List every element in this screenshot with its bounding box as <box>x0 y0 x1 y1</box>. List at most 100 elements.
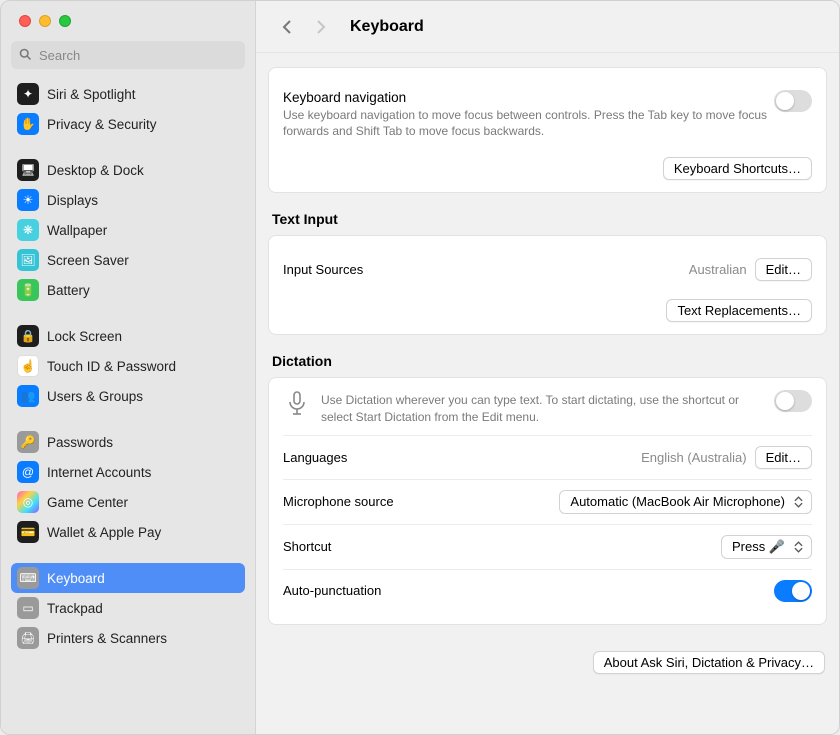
sidebar-item-label: Trackpad <box>47 601 103 616</box>
keyboard-nav-panel: Keyboard navigation Use keyboard navigat… <box>268 67 827 193</box>
languages-value: English (Australia) <box>641 450 747 465</box>
sidebar-item-screen-saver[interactable]: 🖼 Screen Saver <box>11 245 245 275</box>
trackpad-icon: ▭ <box>17 597 39 619</box>
passwords-icon: 🔑 <box>17 431 39 453</box>
sidebar-item-label: Users & Groups <box>47 389 143 404</box>
microphone-icon <box>283 390 311 418</box>
sidebar-item-desktop-dock[interactable]: 🖥Desktop & Dock <box>11 155 245 185</box>
dictation-panel: Use Dictation wherever you can type text… <box>268 377 827 624</box>
sidebar-item-label: Privacy & Security <box>47 117 157 132</box>
mic-source-value: Automatic (MacBook Air Microphone) <box>570 494 785 509</box>
toolbar: Keyboard <box>256 1 839 53</box>
sidebar-item-label: Printers & Scanners <box>47 631 167 646</box>
shortcut-value: Press 🎤 <box>732 539 785 555</box>
privacy-security-icon: ✋ <box>17 113 39 135</box>
battery-icon: 🔋 <box>17 279 39 301</box>
sidebar-item-printers-scanners[interactable]: 🖨 Printers & Scanners <box>11 623 245 653</box>
dictation-privacy-button[interactable]: About Ask Siri, Dictation & Privacy… <box>593 651 825 674</box>
text-input-section-title: Text Input <box>272 211 823 227</box>
sidebar-item-label: Siri & Spotlight <box>47 87 136 102</box>
sidebar-item-wallet-apple-pay[interactable]: 💳 Wallet & Apple Pay <box>11 517 245 547</box>
search-icon <box>18 47 33 62</box>
settings-window: ✦ Siri & Spotlight ✋ Privacy & Security 🖥Des… <box>0 0 840 735</box>
sidebar-nav: ✦ Siri & Spotlight ✋ Privacy & Security 🖥Des… <box>11 79 245 653</box>
input-sources-label: Input Sources <box>283 262 363 277</box>
sidebar-item-users-groups[interactable]: 👥 Users & Groups <box>11 381 245 411</box>
sidebar-item-displays[interactable]: ☀ Displays <box>11 185 245 215</box>
game-center-icon: ◎ <box>17 491 39 513</box>
keyboard-icon: ⌨ <box>17 567 39 589</box>
shortcut-label: Shortcut <box>283 539 331 554</box>
dictation-blurb: Use Dictation wherever you can type text… <box>321 392 764 424</box>
sidebar-item-label: Touch ID & Password <box>47 359 176 374</box>
internet-accounts-icon: @ <box>17 461 39 483</box>
minimize-icon[interactable] <box>39 15 51 27</box>
sidebar-item-label: Passwords <box>47 435 113 450</box>
mic-source-label: Microphone source <box>283 494 394 509</box>
text-replacements-button[interactable]: Text Replacements… <box>666 299 812 322</box>
sidebar-item-label: Game Center <box>47 495 128 510</box>
sidebar-divider <box>11 305 245 321</box>
search-input[interactable] <box>11 41 245 69</box>
sidebar-divider <box>11 547 245 563</box>
sidebar-item-label: Screen Saver <box>47 253 129 268</box>
sidebar-item-lock-screen[interactable]: 🔒 Lock Screen <box>11 321 245 351</box>
input-sources-value: Australian <box>689 262 747 277</box>
sidebar-item-internet-accounts[interactable]: @ Internet Accounts <box>11 457 245 487</box>
content[interactable]: Keyboard navigation Use keyboard navigat… <box>256 53 839 734</box>
updown-icon <box>791 538 805 556</box>
close-icon[interactable] <box>19 15 31 27</box>
search-field-wrap <box>11 41 245 69</box>
sidebar-item-label: Displays <box>47 193 98 208</box>
zoom-icon[interactable] <box>59 15 71 27</box>
window-controls <box>11 1 245 41</box>
sidebar-item-privacy-security[interactable]: ✋ Privacy & Security <box>11 109 245 139</box>
wallet-apple-pay-icon: 💳 <box>17 521 39 543</box>
sidebar-item-label: Lock Screen <box>47 329 122 344</box>
users-groups-icon: 👥 <box>17 385 39 407</box>
dictation-section-title: Dictation <box>272 353 823 369</box>
shortcut-select[interactable]: Press 🎤 <box>721 535 812 559</box>
sidebar-item-label: Wallpaper <box>47 223 107 238</box>
auto-punctuation-toggle[interactable] <box>774 580 812 602</box>
sidebar-divider <box>11 139 245 155</box>
keyboard-nav-title: Keyboard navigation <box>283 90 774 105</box>
page-title: Keyboard <box>350 18 424 36</box>
printers-scanners-icon: 🖨 <box>17 627 39 649</box>
sidebar-item-wallpaper[interactable]: ❋ Wallpaper <box>11 215 245 245</box>
siri-spotlight-icon: ✦ <box>17 83 39 105</box>
sidebar-item-label: Battery <box>47 283 90 298</box>
desktop-dock-icon: 🖥 <box>17 159 39 181</box>
back-button[interactable] <box>276 16 298 38</box>
sidebar-item-game-center[interactable]: ◎ Game Center <box>11 487 245 517</box>
sidebar-item-label: Internet Accounts <box>47 465 151 480</box>
sidebar-item-trackpad[interactable]: ▭ Trackpad <box>11 593 245 623</box>
forward-button[interactable] <box>310 16 332 38</box>
displays-icon: ☀ <box>17 189 39 211</box>
lock-screen-icon: 🔒 <box>17 325 39 347</box>
keyboard-nav-desc: Use keyboard navigation to move focus be… <box>283 107 774 139</box>
sidebar-divider <box>11 411 245 427</box>
languages-edit-button[interactable]: Edit… <box>755 446 812 469</box>
wallpaper-icon: ❋ <box>17 219 39 241</box>
sidebar-item-passwords[interactable]: 🔑 Passwords <box>11 427 245 457</box>
input-sources-edit-button[interactable]: Edit… <box>755 258 812 281</box>
mic-source-select[interactable]: Automatic (MacBook Air Microphone) <box>559 490 812 514</box>
auto-punctuation-label: Auto-punctuation <box>283 583 381 598</box>
sidebar-item-siri-spotlight[interactable]: ✦ Siri & Spotlight <box>11 79 245 109</box>
sidebar-item-keyboard[interactable]: ⌨ Keyboard <box>11 563 245 593</box>
keyboard-shortcuts-button[interactable]: Keyboard Shortcuts… <box>663 157 812 180</box>
sidebar-item-label: Wallet & Apple Pay <box>47 525 161 540</box>
touch-id-password-icon: ☝ <box>17 355 39 377</box>
sidebar-item-battery[interactable]: 🔋 Battery <box>11 275 245 305</box>
dictation-toggle[interactable] <box>774 390 812 412</box>
sidebar: ✦ Siri & Spotlight ✋ Privacy & Security 🖥Des… <box>1 1 256 734</box>
sidebar-item-touch-id-password[interactable]: ☝ Touch ID & Password <box>11 351 245 381</box>
keyboard-nav-toggle[interactable] <box>774 90 812 112</box>
main-pane: Keyboard Keyboard navigation Use keyboar… <box>256 1 839 734</box>
languages-label: Languages <box>283 450 347 465</box>
updown-icon <box>791 493 805 511</box>
sidebar-item-label: Keyboard <box>47 571 105 586</box>
screen-saver-icon: 🖼 <box>17 249 39 271</box>
text-input-panel: Input Sources Australian Edit… Text Repl… <box>268 235 827 335</box>
